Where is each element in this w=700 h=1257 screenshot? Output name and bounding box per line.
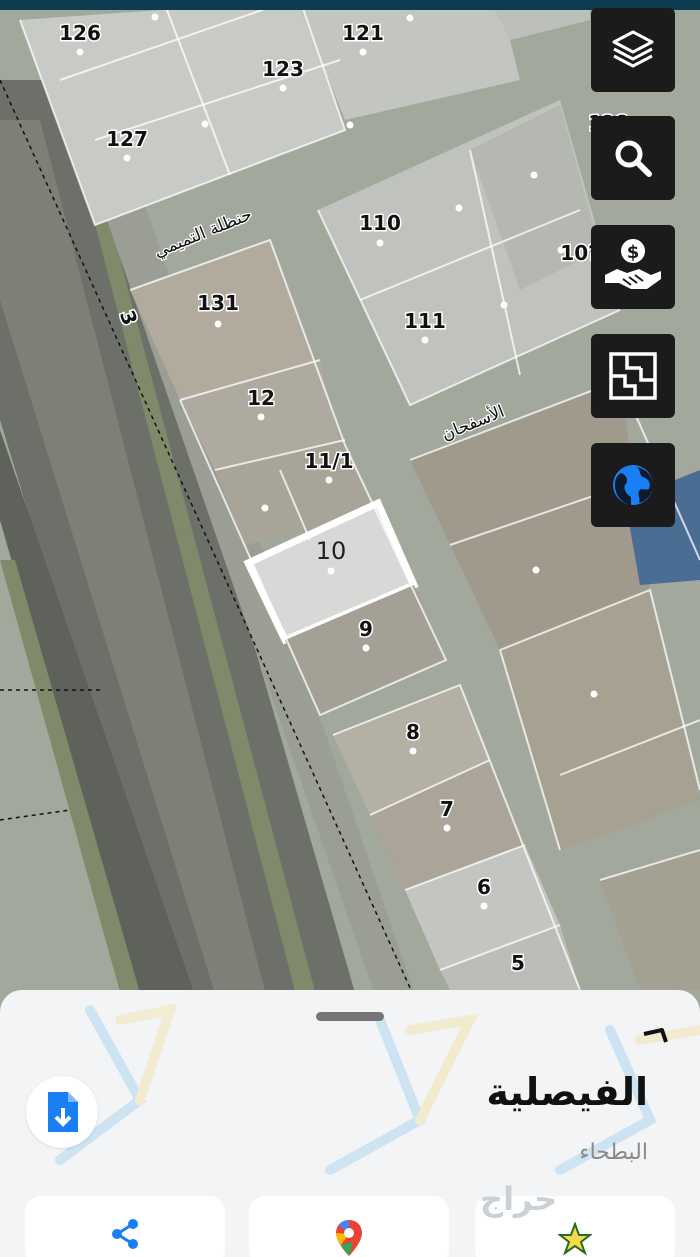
deal-button[interactable]: $ [591, 225, 675, 309]
plot-label: 126 [59, 21, 101, 45]
plot-label: 8 [406, 720, 420, 744]
location-title: الفيصلية [486, 1070, 648, 1114]
plot-label: 12 [247, 386, 275, 410]
google-maps-pin-icon [336, 1220, 362, 1256]
download-button[interactable] [26, 1076, 98, 1148]
search-button[interactable] [591, 116, 675, 200]
share-icon [112, 1219, 138, 1249]
drag-handle[interactable] [316, 1012, 384, 1021]
plot-label: 121 [342, 21, 384, 45]
plot-label: 7 [440, 797, 454, 821]
floor-plan-button[interactable] [591, 334, 675, 418]
bottom-sheet[interactable]: الفيصلية البطحاء حراج [0, 990, 700, 1257]
plot-label: 6 [477, 875, 491, 899]
plot-label: 127 [106, 127, 148, 151]
star-icon [558, 1222, 592, 1256]
plot-label: 110 [359, 211, 401, 235]
location-subtitle: البطحاء [579, 1140, 648, 1165]
plot-label: 131 [197, 291, 239, 315]
plot-label: 11/1 [304, 449, 353, 473]
plot-label: 9 [359, 617, 373, 641]
layers-icon [612, 30, 654, 68]
watermark-text: حراج [480, 1180, 557, 1218]
satellite-view-button[interactable] [591, 443, 675, 527]
selected-plot-label: 10 [316, 537, 347, 565]
satellite-map[interactable]: 126 121 123 127 110 1?6 10? 131 111 12 1… [0, 0, 700, 1010]
handshake-dollar-icon: $ [605, 239, 661, 289]
svg-text:$: $ [627, 242, 640, 263]
plot-label: 123 [262, 57, 304, 81]
globe-icon [613, 465, 653, 505]
file-download-icon [48, 1092, 78, 1132]
plot-label: 111 [404, 309, 446, 333]
search-icon [615, 140, 652, 177]
floor-plan-icon [609, 352, 657, 400]
layers-button[interactable] [591, 8, 675, 92]
plot-label: 5 [511, 951, 525, 975]
share-button[interactable] [25, 1196, 225, 1257]
open-in-maps-button[interactable] [249, 1196, 449, 1257]
collapse-chevron-icon[interactable] [640, 1024, 670, 1054]
